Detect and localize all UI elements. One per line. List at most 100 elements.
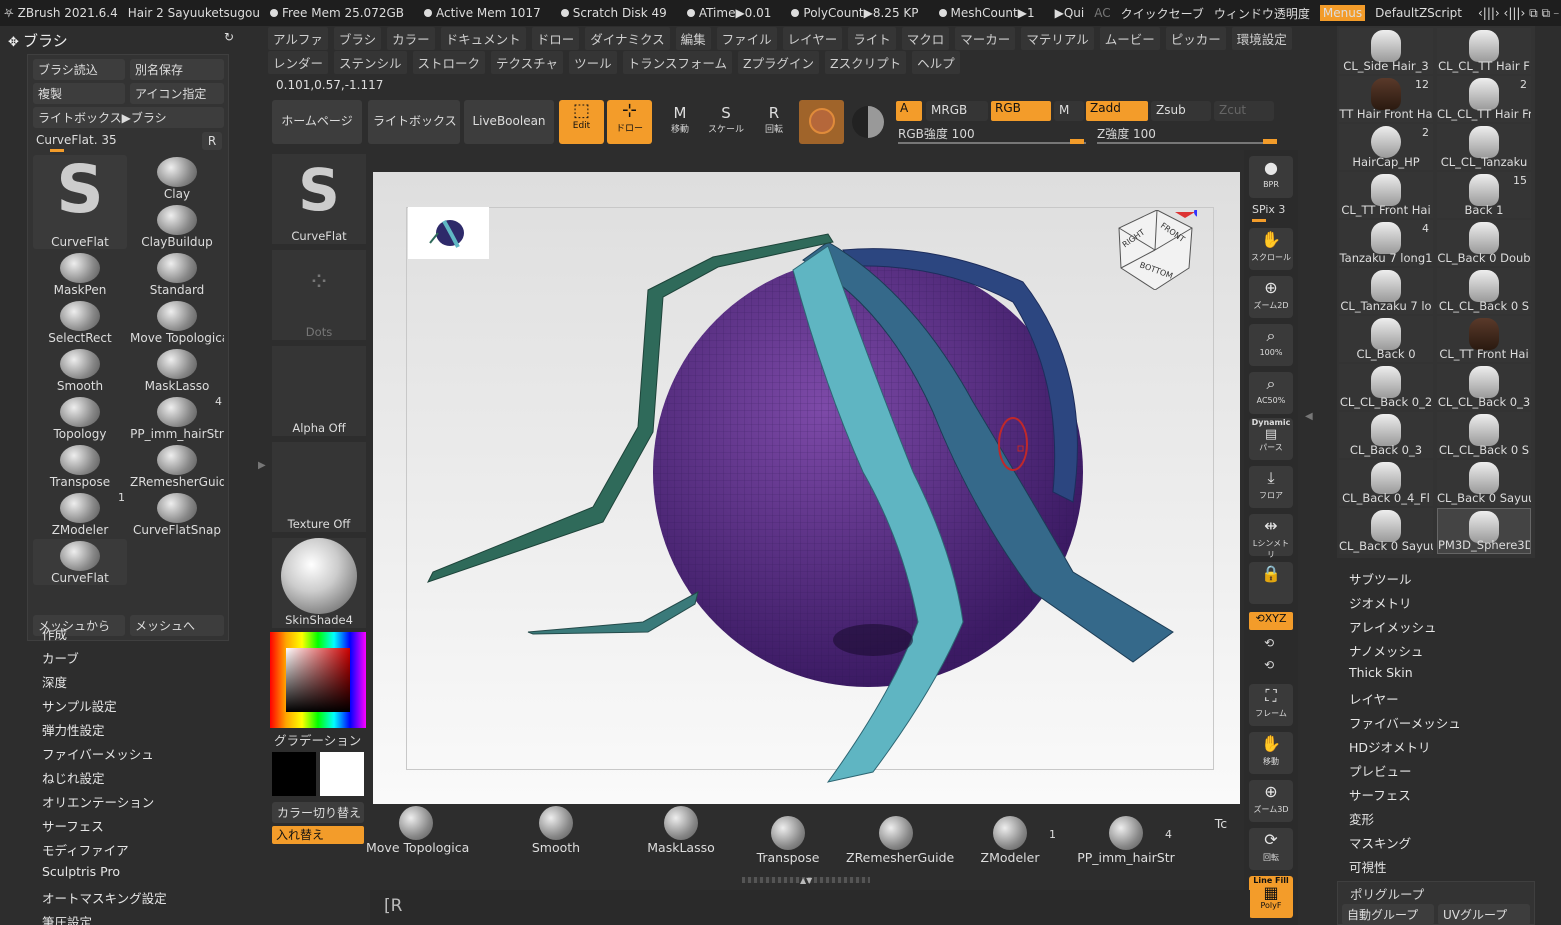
right-menu-item-5[interactable]: レイヤー [1349, 689, 1399, 708]
right-tray-collapse-icon[interactable]: ◀ [1305, 411, 1313, 422]
brush-selectrect[interactable]: SelectRect [33, 299, 127, 345]
menu-menus_row1-2[interactable]: カラー [387, 26, 435, 50]
transparency-button[interactable]: ウィンドウ透明度 [1214, 5, 1310, 22]
bpr-button[interactable]: ● BPR [1249, 156, 1293, 198]
rotate-y-icon[interactable]: ⟲ [1264, 636, 1274, 650]
subtool-17[interactable]: CL_CL_Back 0 S [1437, 412, 1531, 458]
left-tray-collapse-icon[interactable]: ▶ [258, 460, 266, 471]
brush-pp-imm-hairstr[interactable]: PP_imm_hairStr 4 [130, 395, 224, 441]
menu-menus_row1-1[interactable]: ブラシ [333, 26, 382, 50]
subtool-16[interactable]: CL_Back 0_3 [1339, 412, 1433, 458]
menu-menus_row1-12[interactable]: マテリアル [1021, 26, 1094, 50]
move-mode-button[interactable]: M 移動 [660, 104, 700, 135]
copy-button[interactable]: 複製 [33, 83, 125, 104]
menu-menus_row1-7[interactable]: ファイル [716, 26, 777, 50]
navigation-cube[interactable]: RIGHT FRONT BOTTOM [1117, 207, 1204, 291]
rotate-mode-button[interactable]: R 回転 [754, 104, 794, 135]
scale-mode-button[interactable]: S スケール [706, 104, 746, 135]
brush-maskpen[interactable]: MaskPen [33, 251, 127, 297]
subtool-21[interactable]: PM3D_Sphere3D [1437, 508, 1531, 554]
left-menu-item-6[interactable]: ねじれ設定 [42, 768, 105, 787]
ac50-button[interactable]: ⌕ AC50% [1249, 372, 1293, 414]
menu-menus_row1-4[interactable]: ドロー [531, 26, 580, 50]
primary-color-swatch[interactable] [272, 752, 316, 796]
subtool-3[interactable]: CL_CL_TT Hair Fron 2 [1437, 76, 1531, 122]
subtool-4[interactable]: HairCap_HP 2 [1339, 124, 1433, 170]
default-zscript-button[interactable]: DefaultZScript [1375, 6, 1462, 20]
menu-menus_row1-14[interactable]: ピッカー [1165, 26, 1226, 50]
note-bar[interactable]: [R [370, 890, 1250, 925]
subtool-1[interactable]: CL_CL_TT Hair F [1437, 28, 1531, 74]
left-menu-item-7[interactable]: オリエンテーション [42, 792, 154, 811]
shelf-brush-7[interactable]: Tc [1206, 816, 1236, 876]
menu-menus_row2-3[interactable]: テクスチャ [491, 50, 564, 74]
window-controls-icon[interactable]: ‹|||› ‹|||› ⧉ ⧉ ⎯ ⧈ ✕ [1478, 6, 1561, 21]
menu-menus_row2-1[interactable]: ステンシル [334, 50, 407, 74]
brush-curveflat[interactable]: CurveFlat [33, 539, 127, 585]
menu-menus_row1-5[interactable]: ダイナミクス [585, 26, 670, 50]
perspective-button[interactable]: Dynamic ▤ パース [1249, 418, 1293, 460]
replace-button[interactable]: 入れ替え [272, 826, 364, 844]
homepage-button[interactable]: ホームページ [272, 100, 362, 144]
right-menu-item-10[interactable]: 変形 [1349, 809, 1374, 828]
right-menu-item-2[interactable]: アレイメッシュ [1349, 617, 1437, 636]
scroll-button[interactable]: ✋ スクロール [1249, 228, 1293, 270]
brush-topology[interactable]: Topology [33, 395, 127, 441]
floor-button[interactable]: ⤓ フロア [1249, 466, 1293, 508]
actual-size-button[interactable]: ⌕ 100% [1249, 324, 1293, 366]
z-intensity-slider[interactable]: Z強度 100 [1097, 125, 1156, 142]
shelf-brush-0[interactable]: Move Topologica [366, 806, 469, 866]
shelf-brush-5[interactable]: ZModeler 1 [960, 816, 1060, 876]
brush-standard[interactable]: Standard [130, 251, 224, 297]
right-menu-item-4[interactable]: Thick Skin [1349, 665, 1413, 680]
brush-curveflat[interactable]: S CurveFlat [33, 155, 127, 249]
color-sphere-icon[interactable] [852, 106, 884, 138]
lock-button[interactable]: 🔒 [1249, 562, 1293, 604]
subtool-2[interactable]: TT Hair Front Ha 12 [1339, 76, 1433, 122]
left-menu-item-10[interactable]: Sculptris Pro [42, 864, 120, 879]
sculpt-model[interactable] [373, 172, 1240, 804]
left-menu-item-1[interactable]: カーブ [42, 648, 79, 667]
right-menu-item-11[interactable]: マスキング [1349, 833, 1411, 852]
frame-button[interactable]: ⛶ フレーム [1249, 684, 1293, 726]
menu-menus_row2-4[interactable]: ツール [569, 50, 617, 74]
zcut-button[interactable]: Zcut [1214, 101, 1274, 121]
texture-slot[interactable]: Texture Off [272, 442, 366, 532]
menu-menus_row1-15[interactable]: 環境設定 [1231, 26, 1292, 50]
right-menu-item-6[interactable]: ファイバーメッシュ [1349, 713, 1461, 732]
subtool-10[interactable]: CL_Tanzaku 7 lo [1339, 268, 1433, 314]
subtool-0[interactable]: CL_Side Hair_3 [1339, 28, 1433, 74]
right-menu-item-0[interactable]: サブツール [1349, 569, 1412, 588]
mrgb-button[interactable]: MRGB [926, 101, 988, 121]
z-intensity-handle[interactable] [1263, 139, 1277, 144]
rgb-intensity-slider[interactable]: RGB強度 100 [898, 125, 975, 142]
current-brush-slot[interactable]: S CurveFlat [272, 154, 366, 244]
material-slot[interactable]: SkinShade4 [272, 538, 366, 628]
brush-move-topologica[interactable]: Move Topologica [130, 299, 224, 345]
polyframe-button[interactable]: Line Fill ▦ PolyF [1249, 876, 1293, 918]
shelf-brush-2[interactable]: MaskLasso [631, 806, 731, 866]
subtool-20[interactable]: CL_Back 0 Sayuu [1339, 508, 1433, 554]
lightbox-button[interactable]: ライトボックス [368, 100, 460, 144]
rgb-intensity-handle[interactable] [1070, 139, 1084, 144]
refresh-icon[interactable]: ↻ [224, 30, 234, 44]
menu-menus_row2-7[interactable]: Zスクリプト [825, 50, 907, 74]
secondary-color-swatch[interactable] [320, 752, 364, 796]
liveboolean-button[interactable]: LiveBoolean [464, 100, 554, 144]
left-menu-item-3[interactable]: サンプル設定 [42, 696, 117, 715]
menus-button[interactable]: Menus [1319, 5, 1366, 21]
brush-zmodeler[interactable]: ZModeler 1 [33, 491, 127, 537]
brush-claybuildup[interactable]: ClayBuildup [130, 203, 224, 249]
viewport-canvas[interactable]: RIGHT FRONT BOTTOM [373, 172, 1240, 804]
zadd-button[interactable]: Zadd [1086, 101, 1148, 121]
spix-slider[interactable]: SPix 3 [1252, 203, 1285, 216]
current-brush-slider[interactable]: CurveFlat. 35 [36, 133, 117, 147]
shelf-brush-4[interactable]: ZRemesherGuide [846, 816, 954, 876]
menu-menus_row1-0[interactable]: アルファ [268, 26, 328, 50]
menu-menus_row1-9[interactable]: ライト [848, 26, 896, 50]
subtool-15[interactable]: CL_CL_Back 0_3 [1437, 364, 1531, 410]
menu-menus_row1-13[interactable]: ムービー [1099, 26, 1160, 50]
zoom2d-button[interactable]: ⊕ ズーム2D [1249, 276, 1293, 318]
set-icon-button[interactable]: アイコン指定 [130, 83, 224, 104]
menu-menus_row2-5[interactable]: トランスフォーム [622, 50, 732, 74]
